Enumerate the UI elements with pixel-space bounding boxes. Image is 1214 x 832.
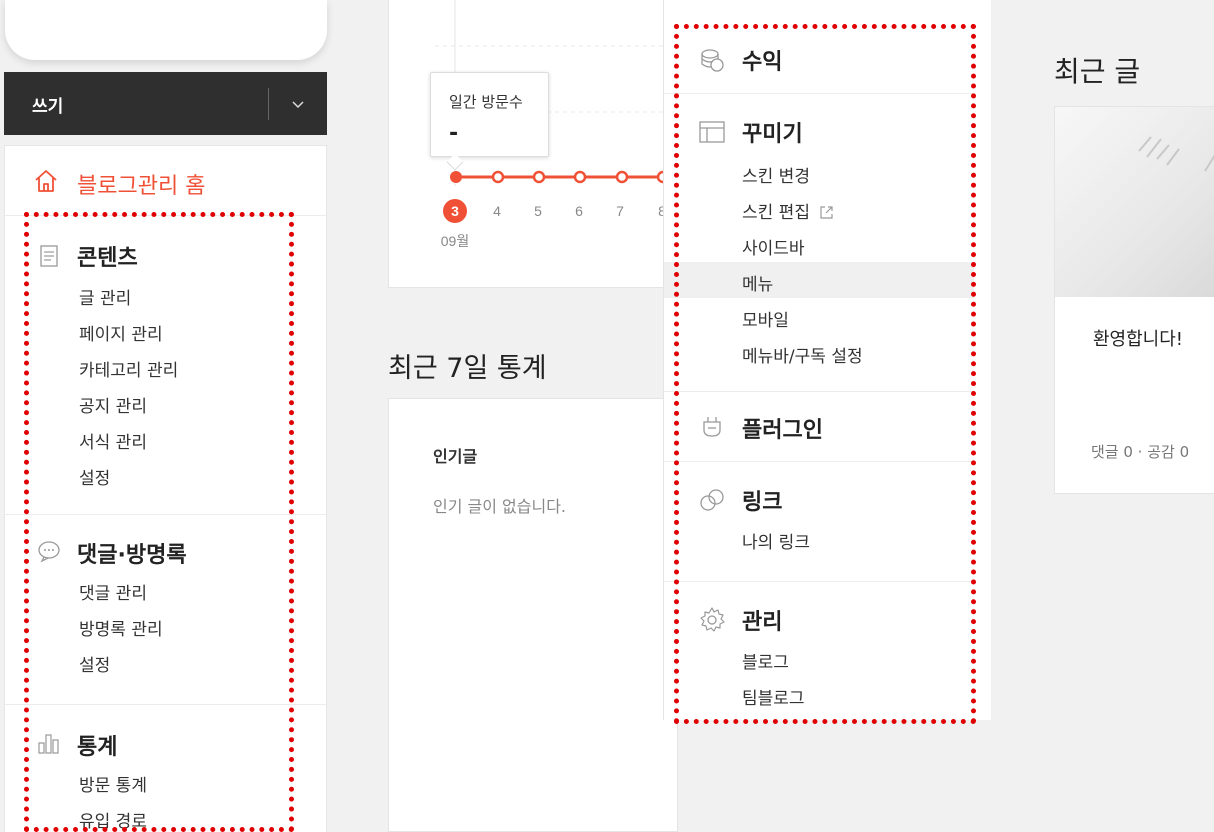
data-point — [532, 170, 546, 184]
sidebar-item-category-manage[interactable]: 카테고리 관리 — [79, 356, 178, 381]
menu-section-link: 링크 나의 링크 — [664, 462, 974, 582]
menu-item-sidebar[interactable]: 사이드바 — [742, 234, 805, 259]
plug-icon — [703, 417, 721, 437]
menu-item-menu[interactable]: 메뉴 — [742, 270, 773, 295]
write-label: 쓰기 — [32, 97, 64, 117]
menu-item-mobile[interactable]: 모바일 — [742, 306, 789, 331]
popular-empty-message: 인기 글이 없습니다. — [433, 497, 567, 516]
menu-section-title: 링크 — [742, 490, 783, 515]
coins-icon — [701, 49, 724, 72]
menu-item-my-link[interactable]: 나의 링크 — [742, 528, 810, 553]
section-title: 콘텐츠 — [77, 246, 138, 271]
sidebar-section-stats: 통계 방문 통계 유입 경로 — [5, 705, 326, 832]
data-point — [615, 170, 629, 184]
menu-section-plugin[interactable]: 플러그인 — [664, 392, 974, 462]
data-point — [491, 170, 505, 184]
sidebar-item-comments-settings[interactable]: 설정 — [79, 651, 110, 676]
post-title[interactable]: 환영합니다! — [1093, 325, 1183, 351]
menu-item-blog[interactable]: 블로그 — [742, 648, 789, 673]
menu-section-title: 관리 — [742, 610, 783, 635]
menu-item-skin-edit[interactable]: 스킨 편집 — [742, 198, 834, 223]
sidebar-item-visit-stats[interactable]: 방문 통계 — [79, 771, 147, 796]
sidebar-item-referrer[interactable]: 유입 경로 — [79, 807, 147, 832]
recent-posts-heading: 최근 글 — [1054, 55, 1141, 88]
chevron-down-icon[interactable] — [290, 96, 306, 112]
sidebar-item-guestbook-manage[interactable]: 방명록 관리 — [79, 615, 163, 640]
layout-icon — [699, 121, 725, 143]
section-title: 통계 — [77, 735, 118, 760]
month-label: 09월 — [441, 233, 469, 249]
sidebar-item-contents-settings[interactable]: 설정 — [79, 464, 110, 489]
bar-chart-icon — [38, 734, 59, 754]
section-title: 댓글·방명록 — [77, 543, 187, 568]
home-label: 블로그관리 홈 — [77, 174, 206, 199]
menu-item-team-blog[interactable]: 팀블로그 — [742, 684, 805, 709]
side-panel: 블로그관리 홈 콘텐츠 글 관리 페이지 관리 카테고리 관리 공지 관리 서식… — [4, 145, 327, 832]
sidebar-item-notice-manage[interactable]: 공지 관리 — [79, 392, 147, 417]
menu-section-manage: 관리 블로그 팀블로그 — [664, 582, 974, 720]
menu-section-title: 수익 — [742, 50, 783, 75]
tooltip-value: - — [449, 121, 459, 146]
paperclip-image — [1138, 136, 1214, 172]
sidebar-item-comment-manage[interactable]: 댓글 관리 — [79, 579, 147, 604]
write-divider — [268, 88, 269, 120]
home-icon — [35, 170, 57, 192]
tick-label: 5 — [534, 203, 542, 219]
post-meta: 댓글 0 · 공감 0 — [1091, 443, 1190, 461]
write-button[interactable]: 쓰기 — [4, 72, 327, 135]
sidebar-item-page-manage[interactable]: 페이지 관리 — [79, 320, 163, 345]
visit-tooltip: 일간 방문수 - — [430, 72, 549, 171]
overlay-menu-panel: 수익 꾸미기 스킨 변경 스킨 편집 사이드바 메뉴 모바일 메뉴바/구독 설정… — [663, 0, 991, 720]
sidebar-item-post-manage[interactable]: 글 관리 — [79, 284, 131, 309]
menu-item-menubar-subscribe[interactable]: 메뉴바/구독 설정 — [742, 342, 863, 367]
tick-label: 4 — [493, 203, 501, 219]
data-point — [573, 170, 587, 184]
gear-icon — [700, 607, 725, 632]
speech-bubble-icon — [38, 541, 60, 563]
sidebar-section-contents: 콘텐츠 글 관리 페이지 관리 카테고리 관리 공지 관리 서식 관리 설정 — [5, 216, 326, 515]
popular-title: 인기글 — [433, 447, 478, 466]
document-icon — [40, 245, 58, 267]
tooltip-title: 일간 방문수 — [449, 93, 523, 111]
sidebar-section-comments: 댓글·방명록 댓글 관리 방명록 관리 설정 — [5, 515, 326, 705]
menu-item-label: 스킨 편집 — [742, 203, 810, 223]
post-thumbnail[interactable] — [1055, 107, 1214, 297]
data-point — [450, 171, 462, 183]
recent-post-card[interactable]: 환영합니다! 댓글 0 · 공감 0 — [1054, 106, 1214, 494]
popular-posts-card: 인기글 인기 글이 없습니다. — [388, 398, 678, 832]
sidebar-item-home[interactable]: 블로그관리 홈 — [5, 146, 326, 216]
tick-label: 6 — [575, 203, 583, 219]
tick-label: 3 — [451, 203, 459, 219]
link-icon — [700, 489, 724, 511]
menu-item-skin-change[interactable]: 스킨 변경 — [742, 162, 810, 187]
menu-section-title: 꾸미기 — [742, 122, 803, 147]
tick-label: 7 — [616, 203, 624, 219]
external-link-icon — [820, 206, 833, 219]
sidebar-item-template-manage[interactable]: 서식 관리 — [79, 428, 147, 453]
stats-heading: 최근 7일 통계 — [388, 353, 547, 384]
profile-card — [5, 0, 327, 60]
menu-section-revenue[interactable]: 수익 — [664, 22, 974, 94]
menu-section-decorate: 꾸미기 스킨 변경 스킨 편집 사이드바 메뉴 모바일 메뉴바/구독 설정 — [664, 94, 974, 392]
left-sidebar: 쓰기 블로그관리 홈 콘텐츠 글 관리 페이지 관리 카테고리 관리 공지 관리 — [0, 0, 340, 832]
menu-section-title: 플러그인 — [742, 418, 823, 443]
